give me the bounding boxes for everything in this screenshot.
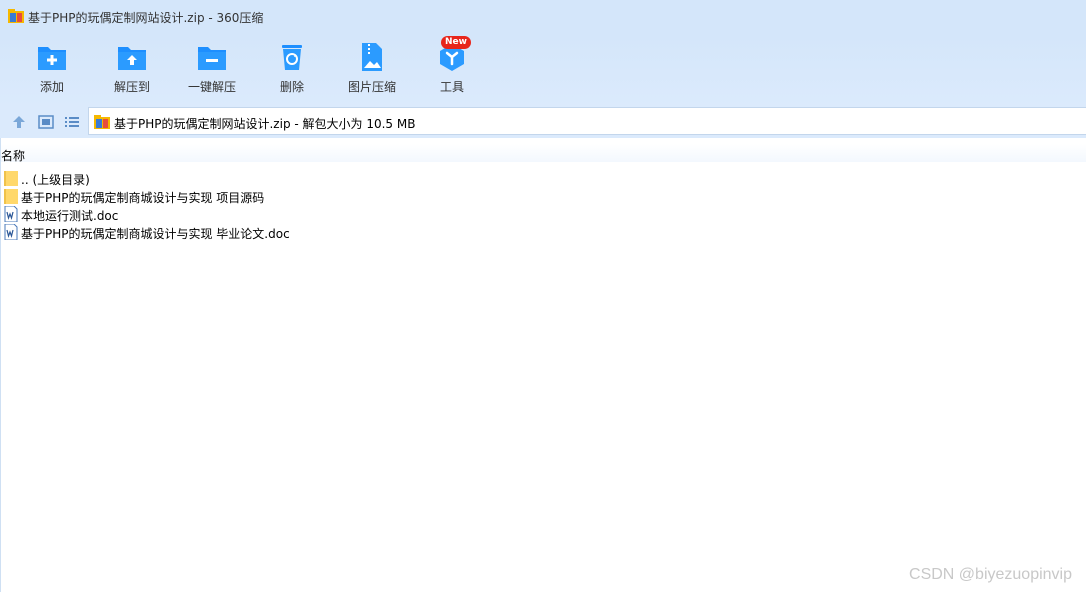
thumbnail-view-icon[interactable]: [38, 114, 54, 130]
folder-oneclick-extract-icon: [198, 47, 226, 70]
watermark: CSDN @biyezuopinvip: [909, 566, 1072, 583]
list-item[interactable]: 本地运行测试.doc: [4, 205, 604, 223]
address-path: 基于PHP的玩偶定制网站设计.zip - 解包大小为 10.5 MB: [114, 117, 416, 131]
main-toolbar: 添加 解压到 一键解压 删除 图片压缩 New 工具: [0, 34, 1086, 106]
zip-archive-icon: [94, 115, 110, 129]
delete-label: 删除: [279, 80, 304, 94]
delete-button[interactable]: 删除: [257, 40, 327, 100]
folder-extract-icon: [118, 47, 146, 70]
navigation-bar: 基于PHP的玩偶定制网站设计.zip - 解包大小为 10.5 MB: [0, 106, 1086, 138]
add-button[interactable]: 添加: [17, 40, 87, 100]
extract-to-button[interactable]: 解压到: [97, 40, 167, 100]
one-click-extract-label: 一键解压: [187, 80, 236, 94]
word-doc-icon: [4, 224, 18, 240]
list-item[interactable]: 基于PHP的玩偶定制商城设计与实现 项目源码: [4, 187, 604, 205]
list-item-name: 基于PHP的玩偶定制商城设计与实现 毕业论文.doc: [21, 227, 290, 241]
address-bar[interactable]: 基于PHP的玩偶定制网站设计.zip - 解包大小为 10.5 MB: [88, 107, 1086, 135]
word-doc-icon: [4, 206, 18, 222]
column-header-name[interactable]: 名称: [1, 144, 1086, 163]
window-title: 基于PHP的玩偶定制网站设计.zip - 360压缩: [28, 11, 264, 25]
list-item-name: 基于PHP的玩偶定制商城设计与实现 项目源码: [21, 191, 265, 205]
list-view-icon[interactable]: [64, 114, 80, 130]
up-level-icon[interactable]: [11, 114, 27, 130]
column-name-label: 名称: [1, 149, 26, 163]
recycle-bin-icon: [282, 45, 302, 70]
image-compress-icon: [362, 43, 382, 71]
add-label: 添加: [39, 80, 64, 94]
list-item-name: 本地运行测试.doc: [21, 209, 119, 223]
tools-label: 工具: [439, 80, 464, 94]
one-click-extract-button[interactable]: 一键解压: [177, 40, 247, 100]
file-list: 名称 .. (上级目录) 基于PHP的玩偶定制商城设计与实现 项目源码 本地运行…: [0, 138, 1086, 592]
title-bar: 基于PHP的玩偶定制网站设计.zip - 360压缩: [0, 0, 1086, 34]
folder-icon: [4, 189, 18, 204]
zip-archive-icon: [8, 9, 24, 23]
folder-icon: [4, 171, 18, 186]
list-item[interactable]: .. (上级目录): [4, 169, 604, 187]
folder-add-icon: [38, 47, 66, 70]
new-badge: New: [441, 36, 471, 49]
image-compress-label: 图片压缩: [347, 80, 396, 94]
list-item[interactable]: 基于PHP的玩偶定制商城设计与实现 毕业论文.doc: [4, 223, 604, 241]
extract-to-label: 解压到: [113, 80, 150, 94]
tools-button[interactable]: New 工具: [417, 36, 487, 100]
list-item-name: .. (上级目录): [21, 173, 90, 187]
image-compress-button[interactable]: 图片压缩: [337, 40, 407, 100]
